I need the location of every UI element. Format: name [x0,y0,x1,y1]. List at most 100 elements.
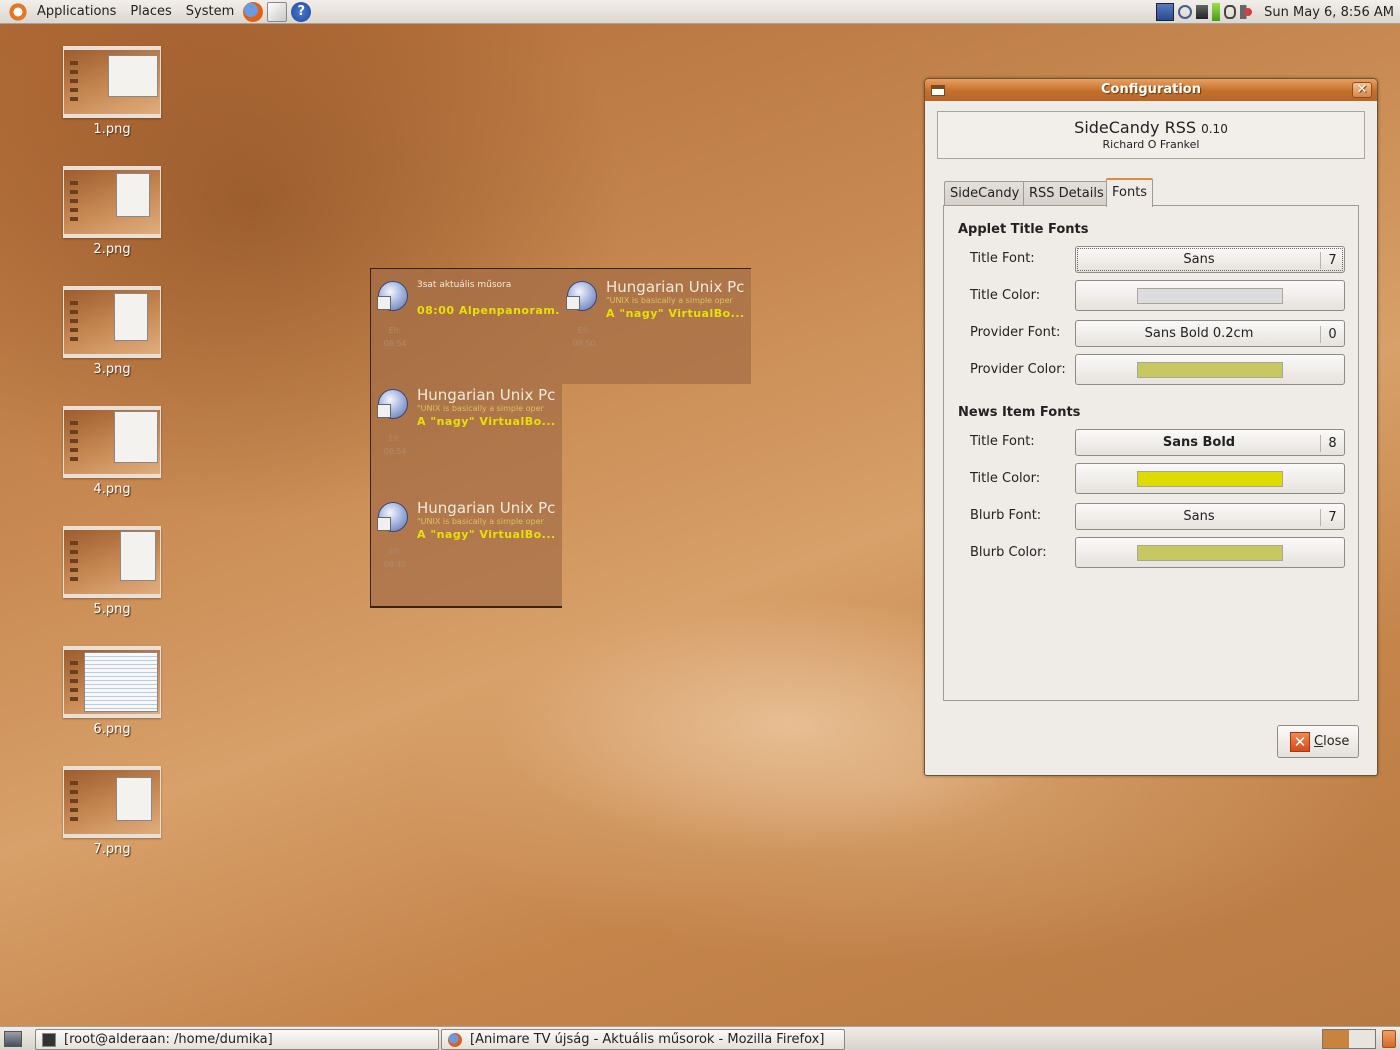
news-title[interactable]: A "nagy" VirtualBo... [417,415,556,428]
applet-title-color-label: Title Color: [970,288,1041,303]
news-title[interactable]: A "nagy" VirtualBo... [606,307,745,320]
clock[interactable]: Sun May 6, 8:56 AM [1264,5,1394,20]
desktop-icon-2[interactable]: 2.png [63,166,161,257]
news-meta: Ell: 08:48 [383,547,407,569]
feed-logo-icon [377,502,408,532]
taskbar-label: [Animare TV újság - Aktuális műsorok - M… [470,1032,825,1047]
news-title-color-label: Title Color: [970,471,1041,486]
image-thumbnail [63,646,161,718]
places-menu[interactable]: Places [123,0,178,24]
color-swatch [1137,362,1283,378]
desktop-icon-label: 1.png [93,122,131,137]
news-item[interactable]: Hungarian Unix Pc "UNIX is basically a s… [559,272,751,372]
provider-font-button[interactable]: Sans Bold 0.2cm 0 [1075,320,1345,347]
tab-rss-details[interactable]: RSS Details [1023,181,1110,206]
news-title[interactable]: 08:00 Alpenpanoram... [417,304,560,317]
news-provider: 3sat aktuális műsora [417,280,512,290]
news-provider: Hungarian Unix Pc [417,499,556,517]
blurb-color-button[interactable] [1075,537,1345,568]
desktop-icon-6[interactable]: 6.png [63,646,161,737]
power-plug-icon[interactable] [1224,5,1237,19]
app-version: 0.10 [1201,122,1228,136]
desktop-icon-5[interactable]: 5.png [63,526,161,617]
help-launcher-icon[interactable]: ? [291,1,312,22]
color-swatch [1137,288,1283,304]
news-provider: Hungarian Unix Pc [417,386,556,404]
taskbar-button-terminal[interactable]: [root@alderaan: /home/dumika] [35,1029,439,1050]
applet-title-fonts-heading: Applet Title Fonts [958,222,1089,237]
window-menu-icon[interactable] [931,85,945,96]
configuration-dialog: Configuration ✕ SideCandy RSS 0.10 Richa… [924,78,1378,776]
desktop-icon-label: 6.png [93,722,131,737]
firefox-launcher-icon[interactable] [243,1,264,22]
news-title-font-button[interactable]: Sans Bold 8 [1075,429,1345,456]
taskbar-button-firefox[interactable]: [Animare TV újság - Aktuális műsorok - M… [441,1029,845,1050]
news-blurb: "UNIX is basically a simple oper [606,296,733,305]
desktop-icon-7[interactable]: 7.png [63,766,161,857]
close-button[interactable]: ✕ Close [1277,725,1359,758]
close-button-label: Close [1314,734,1350,749]
news-title-font-label: Title Font: [970,434,1035,449]
battery-icon[interactable] [1212,3,1221,21]
close-icon: ✕ [1290,732,1310,752]
dialog-title: Configuration [1101,82,1201,97]
desktop-icon-label: 5.png [93,602,131,617]
provider-color-label: Provider Color: [970,362,1066,377]
provider-color-button[interactable] [1075,354,1345,385]
news-item[interactable]: Hungarian Unix Pc "UNIX is basically a s… [370,380,560,480]
desktop-icon-label: 7.png [93,842,131,857]
feed-logo-icon [377,281,408,311]
trash-icon[interactable] [1382,1030,1396,1048]
search-icon[interactable] [1178,5,1193,19]
news-meta: Ell: 08:54 [383,434,407,456]
blurb-color-label: Blurb Color: [970,545,1047,560]
app-name: SideCandy RSS [1074,118,1197,137]
desktop-icon-4[interactable]: 4.png [63,406,161,497]
news-meta: Ell: 08:54 [383,326,407,348]
news-title-color-button[interactable] [1075,463,1345,494]
feed-logo-icon [377,389,408,419]
desktop-icon-3[interactable]: 3.png [63,286,161,377]
mail-launcher-icon[interactable] [267,1,288,22]
system-menu[interactable]: System [179,0,241,24]
image-thumbnail [63,286,161,358]
news-item-fonts-heading: News Item Fonts [958,405,1081,420]
news-provider: Hungarian Unix Pc [606,278,745,296]
news-blurb: "UNIX is basically a simple oper [417,517,544,526]
applet-title-font-button[interactable]: Sans 7 [1075,246,1345,273]
provider-font-label: Provider Font: [970,325,1061,340]
show-desktop-icon[interactable] [4,1031,22,1047]
window-close-button[interactable]: ✕ [1352,82,1372,98]
notification-tray-icon[interactable] [1156,3,1175,21]
desktop-icon-1[interactable]: 1.png [63,46,161,137]
firefox-icon [448,1032,462,1047]
blurb-font-label: Blurb Font: [970,508,1042,523]
applet-title-font-label: Title Font: [970,251,1035,266]
news-title[interactable]: A "nagy" VirtualBo... [417,528,556,541]
desktop-icon-label: 4.png [93,482,131,497]
ubuntu-logo-icon[interactable] [8,1,28,22]
image-thumbnail [63,46,161,118]
about-box: SideCandy RSS 0.10 Richard O Frankel [937,111,1365,159]
image-thumbnail [63,166,161,238]
dialog-titlebar[interactable]: Configuration ✕ [925,79,1377,101]
volume-muted-icon[interactable] [1240,5,1257,19]
image-thumbnail [63,766,161,838]
workspace-switcher[interactable] [1322,1029,1376,1049]
news-blurb: "UNIX is basically a simple oper [417,404,544,413]
tab-sidecandy[interactable]: SideCandy [944,181,1026,206]
desktop-icon-label: 2.png [93,242,131,257]
taskbar-label: [root@alderaan: /home/dumika] [64,1032,273,1047]
applications-menu[interactable]: Applications [30,0,123,24]
news-item[interactable]: Hungarian Unix Pc "UNIX is basically a s… [370,493,560,593]
tab-fonts[interactable]: Fonts [1106,178,1154,207]
fonts-tab-panel: Applet Title Fonts Title Font: Sans 7 Tit… [943,205,1359,701]
color-swatch [1137,471,1283,487]
news-item[interactable]: 3sat aktuális műsora 08:00 Alpenpanoram.… [370,272,560,372]
feed-logo-icon [566,281,597,311]
bottom-panel: [root@alderaan: /home/dumika] [Animare T… [0,1026,1400,1050]
terminal-icon [42,1032,56,1047]
network-icon[interactable] [1196,5,1209,19]
blurb-font-button[interactable]: Sans 7 [1075,503,1345,530]
applet-title-color-button[interactable] [1075,280,1345,311]
